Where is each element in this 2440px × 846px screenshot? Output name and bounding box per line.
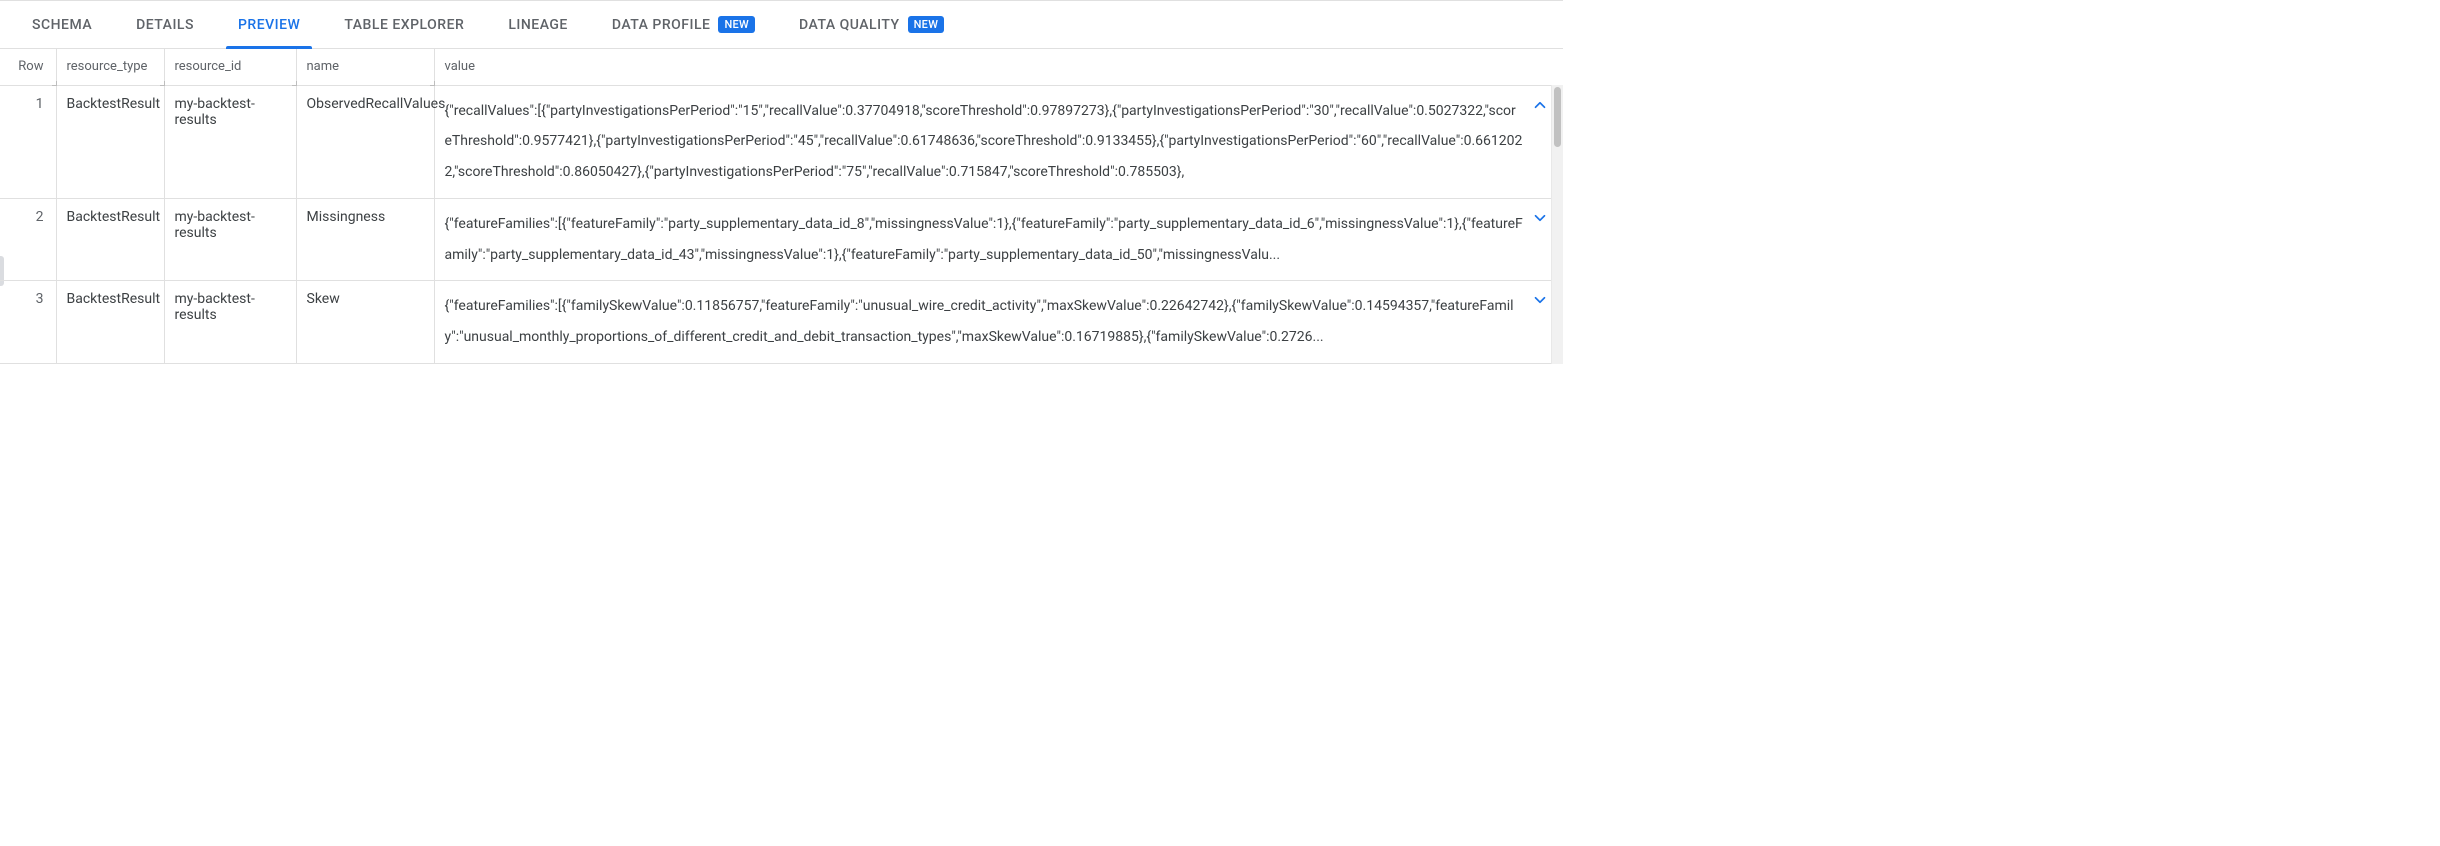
tab-label: TABLE EXPLORER (344, 17, 464, 33)
new-badge: NEW (718, 16, 755, 33)
preview-table: Row resource_type resource_id name (0, 49, 1563, 364)
tab-label: PREVIEW (238, 17, 300, 33)
chevron-up-icon[interactable] (1531, 96, 1549, 114)
cell-resource-id: my-backtest-results (164, 281, 296, 364)
bigquery-preview-panel: SCHEMA DETAILS PREVIEW TABLE EXPLORER LINEAG… (0, 0, 1563, 364)
cell-resource-id: my-backtest-results (164, 85, 296, 198)
scrollbar-thumb[interactable] (1554, 87, 1561, 147)
col-header-row[interactable]: Row (0, 49, 56, 85)
cell-name: Skew (296, 281, 434, 364)
cell-name: Missingness (296, 198, 434, 281)
cell-resource-id: my-backtest-results (164, 198, 296, 281)
col-header-row-label: Row (18, 59, 43, 74)
cell-value: {"featureFamilies":[{"featureFamily":"pa… (434, 198, 1563, 281)
col-header-value-label: value (445, 59, 476, 74)
tab-preview[interactable]: PREVIEW (216, 1, 322, 49)
cell-value-text: {"featureFamilies":[{"familySkewValue":0… (445, 291, 1524, 353)
chevron-down-icon[interactable] (1531, 291, 1549, 309)
col-header-name-label: name (307, 59, 340, 74)
tab-data-profile[interactable]: DATA PROFILE NEW (590, 1, 777, 49)
cell-row-number: 3 (0, 281, 56, 364)
table-row: 1BacktestResultmy-backtest-resultsObserv… (0, 85, 1563, 198)
table-wrap: Row resource_type resource_id name (0, 49, 1563, 364)
cell-value: {"recallValues":[{"partyInvestigationsPe… (434, 85, 1563, 198)
col-header-value[interactable]: value (434, 49, 1563, 85)
col-header-resource-id[interactable]: resource_id (164, 49, 296, 85)
col-header-resource-type[interactable]: resource_type (56, 49, 164, 85)
tab-label: DATA QUALITY (799, 17, 900, 33)
cell-name: ObservedRecallValues (296, 85, 434, 198)
tab-schema[interactable]: SCHEMA (10, 1, 114, 49)
table-row: 2BacktestResultmy-backtest-resultsMissin… (0, 198, 1563, 281)
cell-value-text: {"featureFamilies":[{"featureFamily":"pa… (445, 209, 1524, 271)
tab-label: SCHEMA (32, 17, 92, 33)
tab-label: DATA PROFILE (612, 17, 711, 33)
tab-label: LINEAGE (508, 17, 568, 33)
vertical-scrollbar[interactable] (1551, 85, 1563, 364)
tabs-bar: SCHEMA DETAILS PREVIEW TABLE EXPLORER LINEAG… (0, 1, 1563, 49)
cell-row-number: 1 (0, 85, 56, 198)
table-header-row: Row resource_type resource_id name (0, 49, 1563, 85)
col-header-resource-type-label: resource_type (67, 59, 148, 74)
tab-label: DETAILS (136, 17, 194, 33)
col-header-resource-id-label: resource_id (175, 59, 242, 74)
chevron-down-icon[interactable] (1531, 209, 1549, 227)
new-badge: NEW (908, 16, 945, 33)
cell-resource-type: BacktestResult (56, 281, 164, 364)
table-row: 3BacktestResultmy-backtest-resultsSkew{"… (0, 281, 1563, 364)
cell-value: {"featureFamilies":[{"familySkewValue":0… (434, 281, 1563, 364)
cell-resource-type: BacktestResult (56, 85, 164, 198)
col-header-name[interactable]: name (296, 49, 434, 85)
cell-row-number: 2 (0, 198, 56, 281)
cell-value-text: {"recallValues":[{"partyInvestigationsPe… (445, 96, 1524, 188)
tab-data-quality[interactable]: DATA QUALITY NEW (777, 1, 966, 49)
cell-resource-type: BacktestResult (56, 198, 164, 281)
tab-details[interactable]: DETAILS (114, 1, 216, 49)
tab-lineage[interactable]: LINEAGE (486, 1, 590, 49)
tab-table-explorer[interactable]: TABLE EXPLORER (322, 1, 486, 49)
